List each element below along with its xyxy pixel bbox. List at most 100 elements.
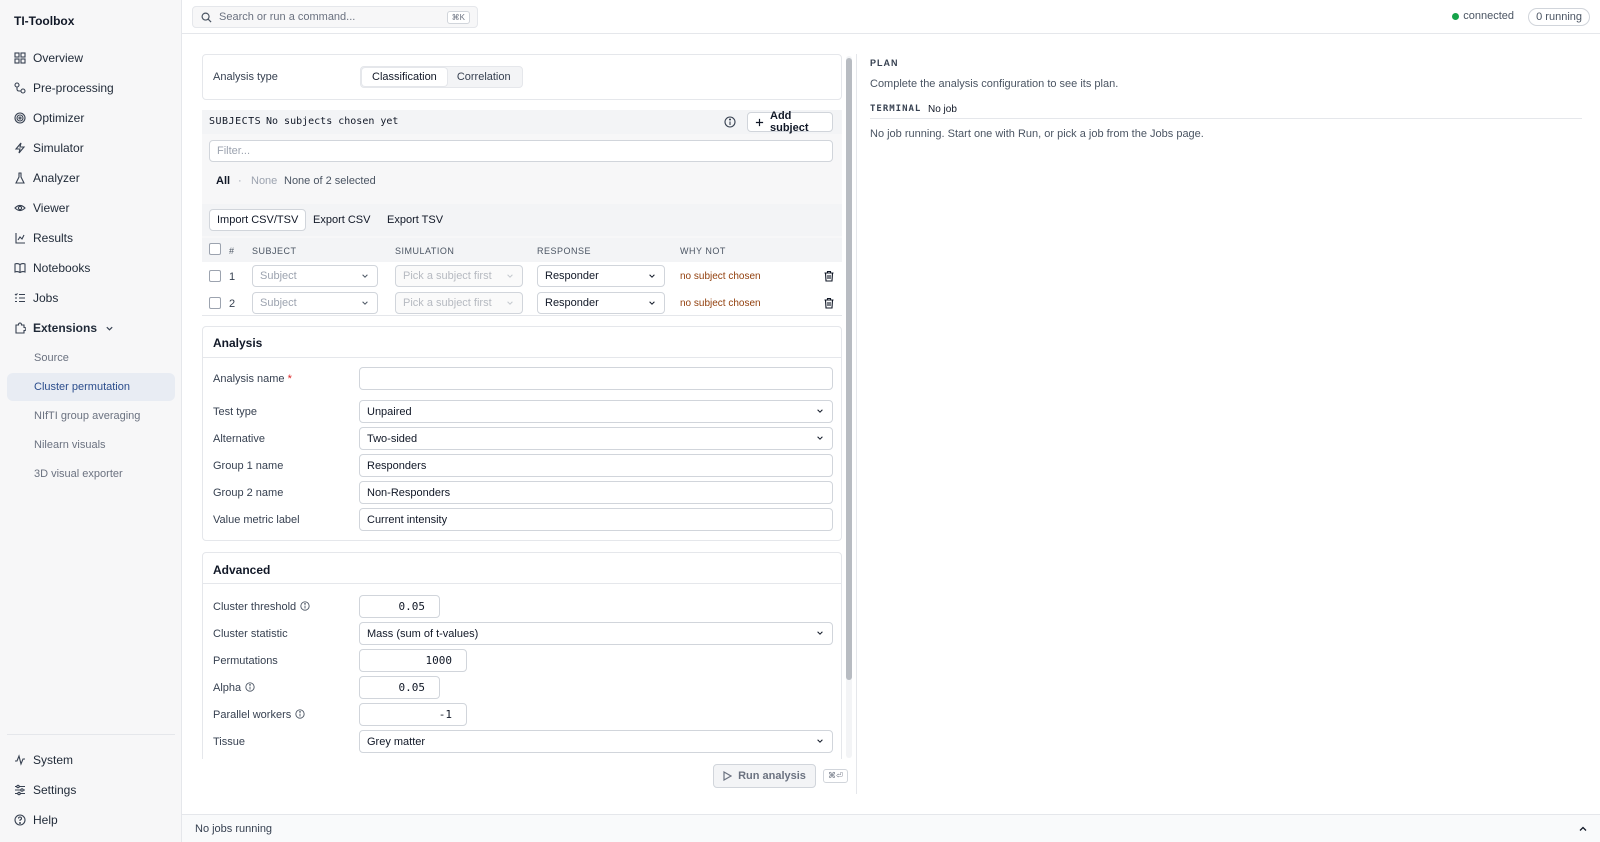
analysis-section-title: Analysis bbox=[213, 336, 263, 350]
sidebar-item-analyzer[interactable]: Analyzer bbox=[7, 164, 175, 192]
select-all-link[interactable]: All bbox=[216, 175, 230, 187]
cluster-statistic-select[interactable]: Mass (sum of t-values) bbox=[359, 622, 833, 645]
chevron-up-icon[interactable] bbox=[1578, 824, 1588, 834]
subject-select[interactable]: Subject bbox=[252, 292, 378, 314]
sidebar-item-results[interactable]: Results bbox=[7, 224, 175, 252]
sidebar-item-extensions[interactable]: Extensions bbox=[7, 314, 175, 342]
sidebar-item-jobs[interactable]: Jobs bbox=[7, 284, 175, 312]
pipeline-icon bbox=[14, 82, 26, 94]
alpha-input[interactable]: 0.05 bbox=[359, 676, 440, 699]
sidebar-item-label: Notebooks bbox=[33, 261, 91, 275]
info-icon[interactable] bbox=[295, 709, 305, 719]
sidebar-item-overview[interactable]: Overview bbox=[7, 44, 175, 72]
export-tsv-button[interactable]: Export TSV bbox=[387, 214, 443, 226]
running-jobs-badge[interactable]: 0 running bbox=[1528, 8, 1590, 26]
simulation-select[interactable]: Pick a subject first bbox=[395, 292, 523, 314]
group1-name-input[interactable]: Responders bbox=[359, 454, 833, 477]
add-subject-button[interactable]: Add subject bbox=[747, 110, 833, 134]
separator-dot: · bbox=[238, 175, 242, 187]
trash-icon[interactable] bbox=[823, 270, 835, 282]
option-classification[interactable]: Classification bbox=[362, 68, 447, 86]
sidebar-item-label: System bbox=[33, 753, 74, 767]
sidebar-item-label: Settings bbox=[33, 783, 77, 797]
response-select[interactable]: Responder bbox=[537, 292, 665, 314]
subjects-table-body: 1 Subject Pick a subject first Responder… bbox=[202, 262, 842, 316]
grid-icon bbox=[14, 52, 26, 64]
tissue-select[interactable]: Grey matter bbox=[359, 730, 833, 753]
activity-icon bbox=[14, 754, 26, 766]
row-checkbox[interactable] bbox=[209, 297, 221, 309]
select-all-checkbox[interactable] bbox=[209, 243, 221, 255]
sidebar-subitem-source[interactable]: Source bbox=[7, 344, 175, 372]
chevron-down-icon bbox=[507, 301, 513, 305]
sidebar-item-system[interactable]: System bbox=[7, 746, 175, 774]
select-none-link[interactable]: None bbox=[251, 175, 277, 187]
play-icon bbox=[723, 771, 733, 781]
value-metric-input[interactable]: Current intensity bbox=[359, 508, 833, 531]
cluster-statistic-value: Mass (sum of t-values) bbox=[367, 627, 479, 640]
alternative-select[interactable]: Two-sided bbox=[359, 427, 833, 450]
export-csv-button[interactable]: Export CSV bbox=[313, 214, 370, 226]
sidebar-item-help[interactable]: Help bbox=[7, 806, 175, 834]
analysis-name-input[interactable] bbox=[359, 367, 833, 390]
command-search[interactable]: Search or run a command... ⌘K bbox=[192, 6, 478, 28]
analysis-type-label: Analysis type bbox=[213, 71, 278, 83]
sidebar-subitem-3d-visual-exporter[interactable]: 3D visual exporter bbox=[7, 460, 175, 488]
simulation-select-value: Pick a subject first bbox=[403, 297, 492, 309]
cluster-threshold-label-text: Cluster threshold bbox=[213, 601, 297, 613]
run-analysis-label: Run analysis bbox=[738, 770, 806, 782]
trash-icon[interactable] bbox=[823, 297, 835, 309]
list-icon bbox=[14, 292, 26, 304]
add-subject-label: Add subject bbox=[770, 110, 809, 134]
col-subject: SUBJECT bbox=[252, 246, 297, 256]
value-metric-label: Value metric label bbox=[213, 514, 300, 526]
sidebar-item-simulator[interactable]: Simulator bbox=[7, 134, 175, 162]
sidebar-item-settings[interactable]: Settings bbox=[7, 776, 175, 804]
subjects-header: SUBJECTS No subjects chosen yet Add subj… bbox=[202, 110, 842, 134]
filter-input[interactable]: Filter... bbox=[209, 140, 833, 162]
test-type-select[interactable]: Unpaired bbox=[359, 400, 833, 423]
sidebar-subitem-nilearn-visuals[interactable]: Nilearn visuals bbox=[7, 431, 175, 459]
row-checkbox[interactable] bbox=[209, 270, 221, 282]
info-icon[interactable] bbox=[300, 601, 310, 611]
sidebar-item-preprocessing[interactable]: Pre-processing bbox=[7, 74, 175, 102]
sidebar-item-label: Analyzer bbox=[33, 171, 80, 185]
section-divider bbox=[203, 357, 841, 358]
book-icon bbox=[14, 262, 26, 274]
status-footer: No jobs running bbox=[182, 814, 1600, 842]
search-input[interactable]: Search or run a command... bbox=[219, 11, 355, 23]
response-select[interactable]: Responder bbox=[537, 265, 665, 287]
simulation-select[interactable]: Pick a subject first bbox=[395, 265, 523, 287]
chevron-down-icon bbox=[362, 301, 368, 305]
run-analysis-button[interactable]: Run analysis bbox=[713, 764, 816, 788]
subject-select-value: Subject bbox=[260, 270, 297, 282]
import-csv-tsv-button[interactable]: Import CSV/TSV bbox=[209, 209, 307, 231]
sidebar-subitem-nifti-group-averaging[interactable]: NIfTI group averaging bbox=[7, 402, 175, 430]
status-text: connected bbox=[1463, 10, 1514, 22]
sliders-icon bbox=[14, 784, 26, 796]
plan-heading: PLAN bbox=[870, 58, 899, 68]
sidebar-item-label: Overview bbox=[33, 51, 84, 65]
sidebar-subitem-cluster-permutation[interactable]: Cluster permutation bbox=[7, 373, 175, 401]
group2-name-input[interactable]: Non-Responders bbox=[359, 481, 833, 504]
cluster-threshold-input[interactable]: 0.05 bbox=[359, 595, 440, 618]
advanced-section-title: Advanced bbox=[213, 563, 271, 577]
section-divider bbox=[203, 583, 841, 584]
app-title: TI-Toolbox bbox=[14, 14, 75, 28]
option-correlation[interactable]: Correlation bbox=[447, 68, 521, 86]
main-scrollbar-thumb[interactable] bbox=[846, 58, 852, 680]
info-icon[interactable] bbox=[245, 682, 255, 692]
permutations-input[interactable]: 1000 bbox=[359, 649, 467, 672]
parallel-workers-input[interactable]: -1 bbox=[359, 703, 467, 726]
top-bar: Search or run a command... ⌘K connected … bbox=[182, 0, 1600, 34]
alternative-value: Two-sided bbox=[367, 432, 418, 445]
subject-select[interactable]: Subject bbox=[252, 265, 378, 287]
sidebar-item-notebooks[interactable]: Notebooks bbox=[7, 254, 175, 282]
analysis-type-card: Analysis type Classification Correlation bbox=[202, 54, 842, 100]
sidebar-item-optimizer[interactable]: Optimizer bbox=[7, 104, 175, 132]
sidebar-item-viewer[interactable]: Viewer bbox=[7, 194, 175, 222]
results-icon bbox=[14, 232, 26, 244]
info-icon[interactable] bbox=[724, 116, 736, 128]
alpha-label: Alpha bbox=[213, 682, 255, 694]
search-shortcut: ⌘K bbox=[446, 11, 470, 24]
